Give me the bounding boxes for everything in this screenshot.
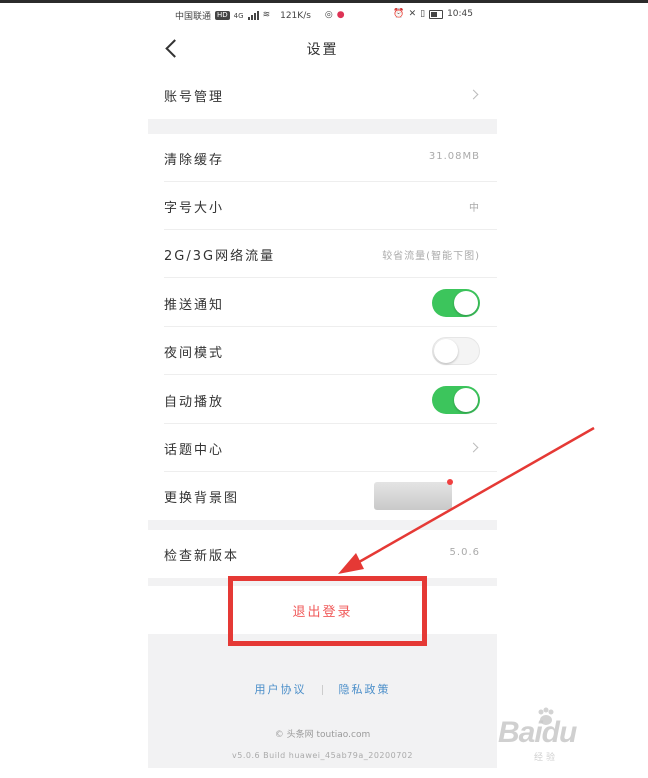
- watermark-sub: 经验: [534, 752, 559, 762]
- annotation-arrow: [338, 426, 595, 574]
- baidu-watermark-logo: Baidu 经验: [498, 702, 648, 762]
- watermark-text: Baidu: [498, 716, 577, 749]
